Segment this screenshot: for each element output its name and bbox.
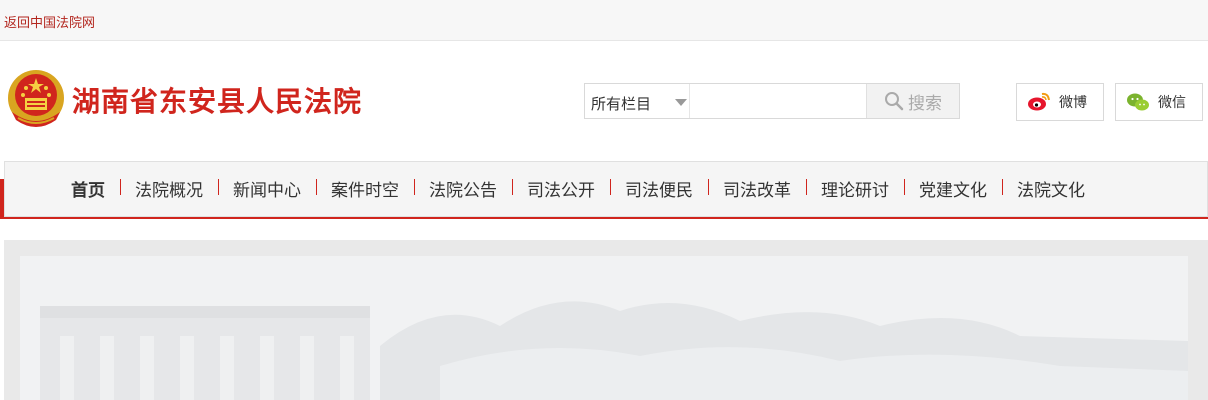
top-bar: 返回中国法院网 [0, 0, 1208, 41]
wechat-button[interactable]: 微信 [1115, 83, 1203, 121]
search-button-label: 搜索 [908, 93, 942, 114]
category-select[interactable]: 所有栏目 [585, 84, 690, 118]
nav-item-court-culture[interactable]: 法院文化 [1002, 176, 1100, 201]
nav-item-news-center[interactable]: 新闻中心 [218, 176, 316, 201]
back-to-china-court-link[interactable]: 返回中国法院网 [4, 12, 95, 31]
wechat-icon [1127, 93, 1149, 111]
nav-item-court-notices[interactable]: 法院公告 [414, 176, 512, 201]
nav-item-case-timespace[interactable]: 案件时空 [316, 176, 414, 201]
search-icon [885, 92, 904, 111]
nav-item-home[interactable]: 首页 [56, 176, 120, 201]
nav-item-theory-research[interactable]: 理论研讨 [806, 176, 904, 201]
nav-item-judicial-convenience[interactable]: 司法便民 [610, 176, 708, 201]
nav-item-judicial-openness[interactable]: 司法公开 [512, 176, 610, 201]
banner [4, 240, 1208, 400]
national-emblem-icon [8, 70, 64, 127]
landscape-illustration [40, 301, 1188, 400]
weibo-button[interactable]: 微博 [1016, 83, 1104, 121]
weibo-label: 微博 [1059, 95, 1087, 111]
wechat-label: 微信 [1158, 95, 1186, 111]
search-button[interactable]: 搜索 [866, 84, 959, 118]
chevron-down-icon [675, 99, 687, 106]
search-input[interactable] [691, 84, 873, 120]
nav-item-party-culture[interactable]: 党建文化 [904, 176, 1002, 201]
main-nav-items: 首页 法院概况 新闻中心 案件时空 法院公告 司法公开 司法便民 司法改革 理论… [56, 161, 1100, 215]
category-select-label: 所有栏目 [591, 95, 652, 113]
search-box: 所有栏目 搜索 [584, 83, 960, 120]
weibo-icon [1028, 92, 1050, 111]
site-title: 湖南省东安县人民法院 [72, 85, 363, 118]
banner-image [20, 256, 1188, 400]
nav-item-court-overview[interactable]: 法院概况 [120, 176, 218, 201]
nav-item-judicial-reform[interactable]: 司法改革 [708, 176, 806, 201]
